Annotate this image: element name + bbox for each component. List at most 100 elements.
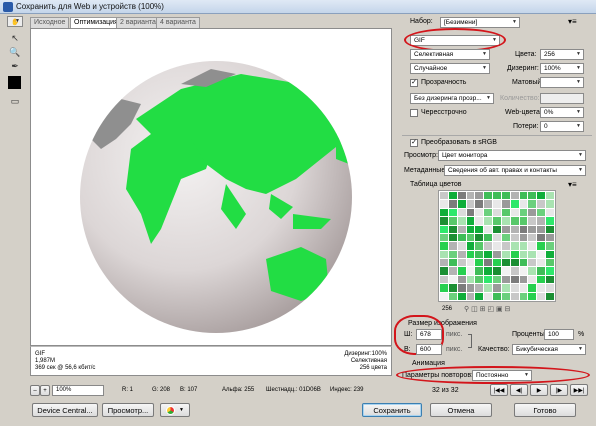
color-table-swatch[interactable] <box>448 292 457 300</box>
preview-select[interactable]: Цвет монитора <box>438 150 586 161</box>
color-table-swatch[interactable] <box>448 275 457 284</box>
eyedropper-tool-icon[interactable]: ✒ <box>7 59 23 73</box>
color-table-menu-icon[interactable]: ▾≡ <box>568 180 577 189</box>
color-table-swatch[interactable] <box>528 233 537 242</box>
color-table-swatch[interactable] <box>510 267 519 275</box>
color-table-swatch[interactable] <box>519 292 528 300</box>
color-table-swatch[interactable] <box>448 217 457 225</box>
last-frame-button[interactable]: ▶▶| <box>570 384 588 396</box>
color-table-swatch[interactable] <box>457 217 466 225</box>
hand-tool-icon[interactable]: ✋ <box>7 16 23 27</box>
prev-frame-button[interactable]: ◀| <box>510 384 528 396</box>
color-table-swatch[interactable] <box>466 217 475 225</box>
color-table-swatch[interactable] <box>493 225 501 233</box>
color-table-swatch[interactable] <box>484 192 493 200</box>
color-table-swatch[interactable] <box>528 284 537 292</box>
color-table-swatch[interactable] <box>440 242 448 250</box>
done-button[interactable]: Готово <box>514 403 576 417</box>
cancel-button[interactable]: Отмена <box>430 403 492 417</box>
color-table-swatch[interactable] <box>501 250 510 259</box>
color-table-swatch[interactable] <box>440 217 448 225</box>
zoom-out-button[interactable]: – <box>30 385 40 396</box>
save-button[interactable]: Сохранить <box>362 403 422 417</box>
color-table-swatch[interactable] <box>475 259 484 267</box>
color-table-swatch[interactable] <box>493 242 501 250</box>
color-table-swatch[interactable] <box>475 275 484 284</box>
color-table-swatch[interactable] <box>501 200 510 208</box>
color-table-swatch[interactable] <box>457 233 466 242</box>
map-colors-icon[interactable]: ⚲ ◫ ⊞ ◰ ▣ ⊟ <box>464 305 510 313</box>
color-table-swatch[interactable] <box>457 250 466 259</box>
color-table-swatch[interactable] <box>528 225 537 233</box>
quality-select[interactable]: Бикубическая <box>512 344 586 355</box>
color-table-swatch[interactable] <box>546 200 554 208</box>
color-table-swatch[interactable] <box>528 292 537 300</box>
toggle-slices-icon[interactable]: ▭ <box>7 94 23 108</box>
color-table-swatch[interactable] <box>440 200 448 208</box>
color-table-swatch[interactable] <box>546 250 554 259</box>
color-table-swatch[interactable] <box>484 250 493 259</box>
color-table-swatch[interactable] <box>546 259 554 267</box>
color-table-swatch[interactable] <box>537 250 546 259</box>
color-table-swatch[interactable] <box>519 208 528 217</box>
color-table-swatch[interactable] <box>528 200 537 208</box>
color-table-swatch[interactable] <box>546 192 554 200</box>
color-table-swatch[interactable] <box>475 200 484 208</box>
percent-field[interactable]: 100 <box>544 329 574 340</box>
optimize-menu-icon[interactable]: ▾≡ <box>568 17 577 26</box>
color-table-swatch[interactable] <box>501 192 510 200</box>
color-table-swatch[interactable] <box>484 292 493 300</box>
color-table-swatch[interactable] <box>457 292 466 300</box>
color-table-swatch[interactable] <box>466 242 475 250</box>
color-table-swatch[interactable] <box>493 292 501 300</box>
color-table-swatch[interactable] <box>475 267 484 275</box>
color-table-swatch[interactable] <box>475 208 484 217</box>
device-central-button[interactable]: Device Central... <box>32 403 98 417</box>
color-table-swatch[interactable] <box>484 275 493 284</box>
color-table-swatch[interactable] <box>510 259 519 267</box>
color-table-swatch[interactable] <box>546 233 554 242</box>
color-table-swatch[interactable] <box>519 275 528 284</box>
color-table-swatch[interactable] <box>466 259 475 267</box>
color-table-swatch[interactable] <box>501 233 510 242</box>
color-table-swatch[interactable] <box>528 192 537 200</box>
color-table-swatch[interactable] <box>519 267 528 275</box>
zoom-tool-icon[interactable]: 🔍 <box>7 45 23 59</box>
color-table-swatch[interactable] <box>537 225 546 233</box>
color-table-swatch[interactable] <box>448 208 457 217</box>
color-table-swatch[interactable] <box>537 208 546 217</box>
color-table-swatch[interactable] <box>448 259 457 267</box>
color-table-swatch[interactable] <box>484 233 493 242</box>
color-table-swatch[interactable] <box>440 225 448 233</box>
color-table-swatch[interactable] <box>484 242 493 250</box>
color-table-swatch[interactable] <box>510 242 519 250</box>
color-table-swatch[interactable] <box>519 250 528 259</box>
color-table-swatch[interactable] <box>466 225 475 233</box>
color-table-swatch[interactable] <box>466 208 475 217</box>
color-table-swatch[interactable] <box>475 292 484 300</box>
color-table-swatch[interactable] <box>528 275 537 284</box>
color-table-swatch[interactable] <box>528 242 537 250</box>
color-table-swatch[interactable] <box>501 208 510 217</box>
transparency-checkbox[interactable]: ✓ <box>410 79 418 87</box>
color-table-swatch[interactable] <box>440 292 448 300</box>
metadata-select[interactable]: Сведения об авт. правах и контакты <box>444 165 586 176</box>
color-table-swatch[interactable] <box>484 208 493 217</box>
color-table-swatch[interactable] <box>448 200 457 208</box>
color-table-swatch[interactable] <box>440 284 448 292</box>
amount-field[interactable] <box>540 93 584 104</box>
color-table-swatch[interactable] <box>440 275 448 284</box>
color-table-swatch[interactable] <box>475 217 484 225</box>
color-table-swatch[interactable] <box>510 217 519 225</box>
dither-amount-select[interactable]: 100% <box>540 63 584 74</box>
color-table-swatch[interactable] <box>501 275 510 284</box>
color-table-swatch[interactable] <box>546 275 554 284</box>
color-table-swatch[interactable] <box>546 292 554 300</box>
color-table-swatch[interactable] <box>457 200 466 208</box>
height-field[interactable]: 600 <box>416 344 442 355</box>
color-table-swatch[interactable] <box>440 259 448 267</box>
color-table-swatch[interactable] <box>484 284 493 292</box>
play-button[interactable]: ▶ <box>530 384 548 396</box>
color-table-swatch[interactable] <box>448 250 457 259</box>
color-table-swatch[interactable] <box>510 284 519 292</box>
